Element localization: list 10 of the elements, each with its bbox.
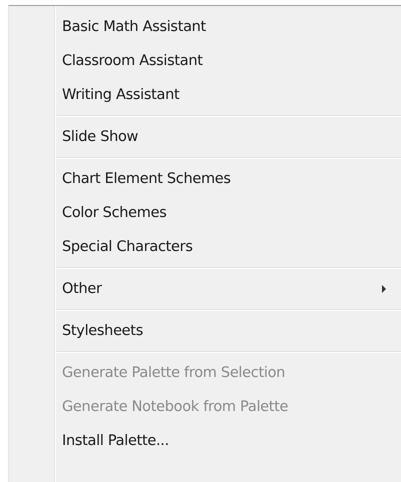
menu-item[interactable]: Color Schemes [9, 196, 401, 230]
menu-item[interactable]: Other [9, 272, 401, 306]
menu-item[interactable]: Special Characters [9, 230, 401, 264]
menu-item[interactable]: Chart Element Schemes [9, 162, 401, 196]
menu-item[interactable]: Writing Assistant [9, 78, 401, 112]
menu-item[interactable]: Stylesheets [9, 314, 401, 348]
menu-item[interactable]: Slide Show [9, 120, 401, 154]
menu-item[interactable]: Install Palette... [9, 424, 401, 458]
menu-item[interactable]: Basic Math Assistant [9, 10, 401, 44]
menu-item[interactable]: Classroom Assistant [9, 44, 401, 78]
